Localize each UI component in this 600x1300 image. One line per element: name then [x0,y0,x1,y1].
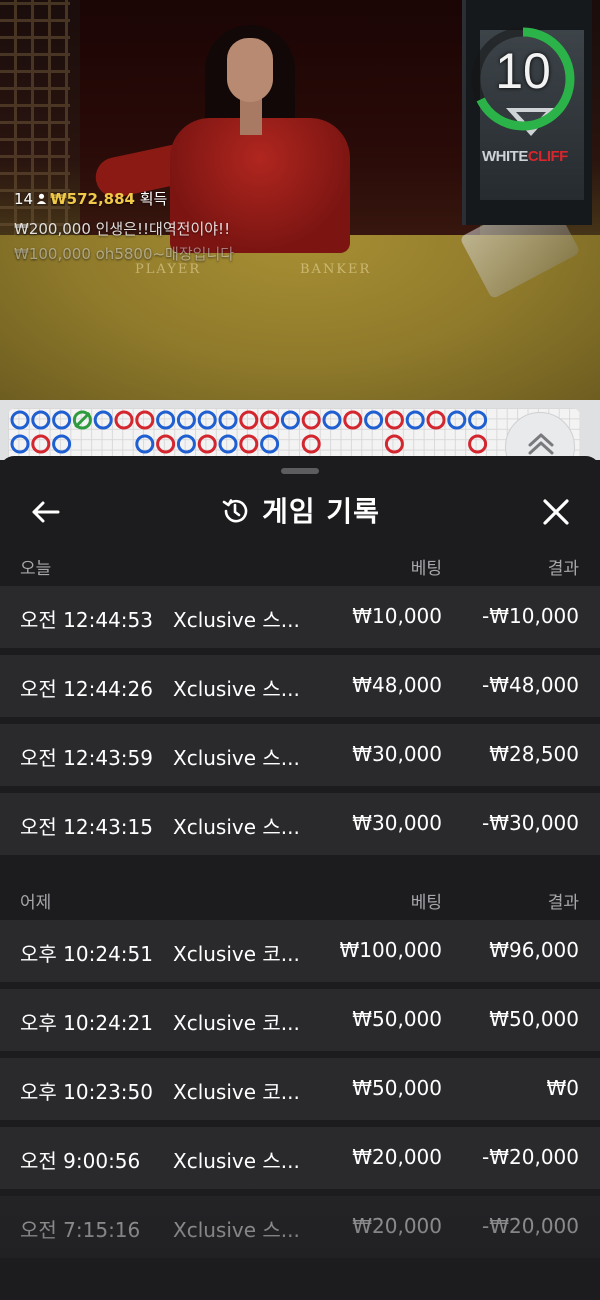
player-bead [447,410,467,430]
user-icon [36,193,47,204]
history-icon [222,499,248,523]
history-row[interactable]: 오후 10:23:50 Xclusive 코... ₩50,000 ₩0 [0,1058,600,1120]
history-row[interactable]: 오전 12:44:53 Xclusive 스... ₩10,000 -₩10,0… [0,586,600,648]
player-bead [52,434,72,454]
player-bead [468,410,488,430]
history-row[interactable]: 오전 9:00:56 Xclusive 스... ₩20,000 -₩20,00… [0,1127,600,1189]
player-bead [405,410,425,430]
sheet-title: 게임 기록 [262,495,380,528]
banker-bead [197,434,217,454]
player-bead [176,410,196,430]
player-bead [135,434,155,454]
player-bead [364,410,384,430]
banker-bead [343,410,363,430]
dealer-face [227,38,273,102]
history-row[interactable]: 오후 10:24:21 Xclusive 코... ₩50,000 ₩50,00… [0,989,600,1051]
player-bead [260,434,280,454]
live-video: PLAYER BANKER WHITECLIFF 10 14 ₩572,884 획… [0,0,600,400]
banker-bead [239,410,259,430]
bead-road [10,410,488,454]
sheet-header: 게임 기록 [0,480,600,540]
banker-bead [114,410,134,430]
sheet-drag-handle[interactable] [281,468,319,474]
close-button[interactable] [536,492,576,532]
game-history-sheet: 게임 기록 오늘 베팅 결과 오전 12:44:53 Xclusive 스...… [0,456,600,1300]
banker-bead [301,410,321,430]
player-bead [10,434,30,454]
close-icon [543,499,569,525]
countdown-timer: 10 [495,43,551,99]
player-bead [31,410,51,430]
history-row[interactable]: 오후 10:24:51 Xclusive 코... ₩100,000 ₩96,0… [0,920,600,982]
banker-bead [135,410,155,430]
chat-message: ₩100,000 oh5800~매장입니다 [14,245,235,263]
banker-bead [384,434,404,454]
table-label-player: PLAYER [135,262,202,277]
banker-bead [468,434,488,454]
history-row[interactable]: 오전 12:43:15 Xclusive 스... ₩30,000 -₩30,0… [0,793,600,855]
banker-bead [156,434,176,454]
history-row[interactable]: 오전 12:44:26 Xclusive 스... ₩48,000 -₩48,0… [0,655,600,717]
player-bead [93,410,113,430]
player-bead [52,410,72,430]
player-bead [218,410,238,430]
banker-bead [31,434,51,454]
win-feed-item: 14 ₩572,884 획득 [14,190,168,208]
player-bead [322,410,342,430]
player-bead [218,434,238,454]
chevron-up-icon [528,433,554,455]
banker-bead [384,410,404,430]
banker-bead [260,410,280,430]
player-bead [10,410,30,430]
banker-bead [301,434,321,454]
player-bead [280,410,300,430]
chat-message: ₩200,000 인생은!!대역전이야!! [14,220,231,238]
banker-bead [239,434,259,454]
banker-bead [426,410,446,430]
history-row[interactable]: 오전 12:43:59 Xclusive 스... ₩30,000 ₩28,50… [0,724,600,786]
history-row[interactable]: 오전 7:15:16 Xclusive 스... ₩20,000 -₩20,00… [0,1196,600,1258]
player-bead [176,434,196,454]
section-header-yesterday: 어제 베팅 결과 [20,893,579,913]
section-header-today: 오늘 베팅 결과 [20,559,579,579]
table-label-banker: BANKER [300,262,372,277]
player-bead [197,410,217,430]
brand-logo: WHITECLIFF [482,148,568,165]
player-bead [156,410,176,430]
